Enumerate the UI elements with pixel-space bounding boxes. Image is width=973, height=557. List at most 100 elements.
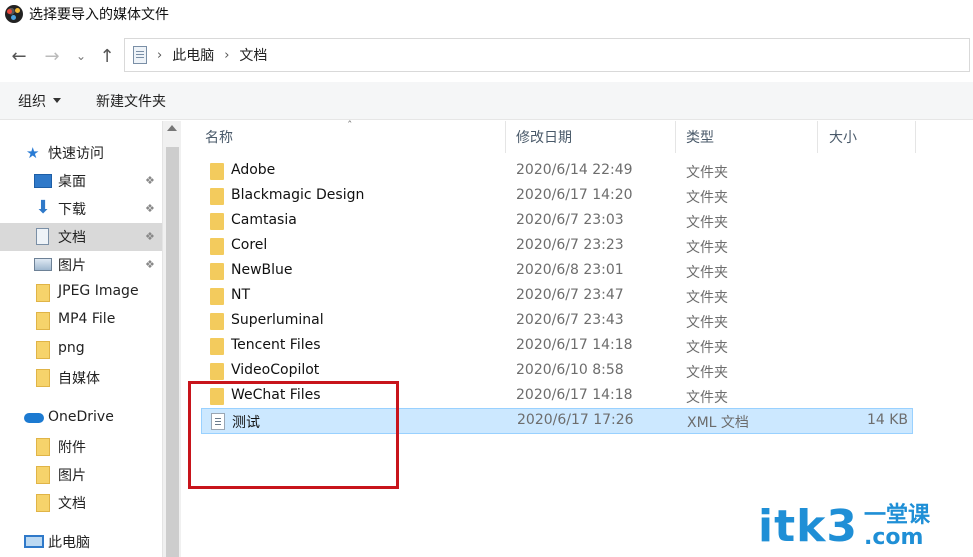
file-row-superluminal[interactable]: Superluminal 2020/6/7 23:43 文件夹 bbox=[201, 309, 913, 334]
file-name: VideoCopilot bbox=[231, 362, 320, 378]
file-date: 2020/6/7 23:47 bbox=[516, 287, 624, 303]
column-divider[interactable] bbox=[817, 121, 818, 153]
breadcrumb-this-pc[interactable]: 此电脑 bbox=[172, 45, 214, 65]
sidebar-item-downloads[interactable]: ⬇ 下载 ❖ bbox=[0, 195, 162, 223]
sidebar-item-label: MP4 File bbox=[58, 311, 116, 327]
file-row-adobe[interactable]: Adobe 2020/6/14 22:49 文件夹 bbox=[201, 159, 913, 184]
forward-arrow-icon[interactable]: → bbox=[39, 43, 65, 69]
file-type: 文件夹 bbox=[686, 315, 728, 331]
folder-icon bbox=[210, 238, 224, 255]
navigation-pane: ★ 快速访问 桌面 ❖ ⬇ 下载 ❖ 文档 ❖ 图片 ❖ JPEG Image … bbox=[0, 121, 181, 557]
sidebar-item-mp4-file[interactable]: MP4 File bbox=[0, 307, 162, 335]
scroll-up-arrow-icon[interactable] bbox=[167, 125, 177, 131]
file-row-newblue[interactable]: NewBlue 2020/6/8 23:01 文件夹 bbox=[201, 259, 913, 284]
sidebar-item-label: 文档 bbox=[58, 230, 86, 246]
sidebar-item-quick-access[interactable]: ★ 快速访问 bbox=[0, 139, 162, 167]
file-date: 2020/6/7 23:43 bbox=[516, 312, 624, 328]
recent-locations-chevron-icon[interactable]: ⌄ bbox=[72, 43, 90, 69]
back-arrow-icon[interactable]: ← bbox=[6, 43, 32, 69]
sidebar-item-label: png bbox=[58, 340, 85, 356]
sidebar-item-onedrive-documents[interactable]: 文档 bbox=[0, 489, 162, 517]
file-name: Camtasia bbox=[231, 212, 297, 228]
breadcrumb-separator-icon[interactable]: › bbox=[224, 48, 229, 63]
watermark-side-top: 一堂课 bbox=[864, 503, 931, 528]
window-title: 选择要导入的媒体文件 bbox=[29, 7, 169, 23]
file-name: Corel bbox=[231, 237, 268, 253]
file-row-nt[interactable]: NT 2020/6/7 23:47 文件夹 bbox=[201, 284, 913, 309]
sidebar-item-attachments[interactable]: 附件 bbox=[0, 433, 162, 461]
sidebar-item-pictures[interactable]: 图片 ❖ bbox=[0, 251, 162, 279]
file-date: 2020/6/7 23:23 bbox=[516, 237, 624, 253]
column-header-name[interactable]: 名称 bbox=[205, 121, 233, 153]
watermark-side: 一堂课 .com bbox=[864, 505, 930, 549]
breadcrumb-documents[interactable]: 文档 bbox=[239, 45, 267, 65]
breadcrumb-separator-icon[interactable]: › bbox=[157, 48, 162, 63]
folder-icon bbox=[36, 284, 50, 302]
sidebar-item-label: 附件 bbox=[58, 440, 86, 456]
sidebar-item-label: 此电脑 bbox=[48, 535, 90, 551]
sidebar-item-onedrive[interactable]: OneDrive bbox=[0, 405, 162, 433]
scrollbar-thumb[interactable] bbox=[166, 147, 179, 557]
pictures-icon bbox=[34, 258, 52, 271]
folder-icon bbox=[36, 466, 50, 484]
column-name-label: 名称 bbox=[205, 130, 233, 146]
sidebar-item-label: OneDrive bbox=[48, 409, 114, 425]
file-type: XML 文档 bbox=[687, 415, 749, 431]
file-name: NT bbox=[231, 287, 251, 303]
column-header-type[interactable]: 类型 bbox=[686, 121, 714, 153]
column-divider[interactable] bbox=[675, 121, 676, 153]
file-name: Tencent Files bbox=[231, 337, 321, 353]
pin-icon[interactable]: ❖ bbox=[145, 258, 155, 271]
pin-icon[interactable]: ❖ bbox=[145, 230, 155, 243]
sort-ascending-icon: ˆ bbox=[347, 119, 353, 132]
navigation-bar: ← → ⌄ ↑ › 此电脑 › 文档 bbox=[0, 36, 973, 76]
sidebar-item-onedrive-pictures[interactable]: 图片 bbox=[0, 461, 162, 489]
file-date: 2020/6/8 23:01 bbox=[516, 262, 624, 278]
file-row-camtasia[interactable]: Camtasia 2020/6/7 23:03 文件夹 bbox=[201, 209, 913, 234]
folder-icon bbox=[36, 369, 50, 387]
column-divider[interactable] bbox=[505, 121, 506, 153]
sidebar-scrollbar[interactable] bbox=[162, 121, 181, 557]
organize-label: 组织 bbox=[18, 93, 46, 110]
file-type: 文件夹 bbox=[686, 340, 728, 356]
file-type: 文件夹 bbox=[686, 190, 728, 206]
file-row-tencent-files[interactable]: Tencent Files 2020/6/17 14:18 文件夹 bbox=[201, 334, 913, 359]
organize-button[interactable]: 组织 bbox=[18, 91, 61, 111]
sidebar-item-self-media[interactable]: 自媒体 bbox=[0, 364, 162, 392]
file-date: 2020/6/7 23:03 bbox=[516, 212, 624, 228]
column-size-label: 大小 bbox=[829, 130, 857, 146]
highlight-annotation-box bbox=[188, 381, 399, 489]
file-date: 2020/6/14 22:49 bbox=[516, 162, 633, 178]
star-icon: ★ bbox=[26, 144, 40, 162]
sidebar-item-this-pc[interactable]: 此电脑 bbox=[0, 528, 162, 556]
folder-icon bbox=[36, 312, 50, 330]
chevron-down-icon bbox=[53, 98, 61, 103]
file-name: Adobe bbox=[231, 162, 276, 178]
folder-icon bbox=[210, 363, 224, 380]
file-name: NewBlue bbox=[231, 262, 293, 278]
up-arrow-icon[interactable]: ↑ bbox=[94, 43, 120, 69]
column-type-label: 类型 bbox=[686, 130, 714, 146]
file-row-blackmagic-design[interactable]: Blackmagic Design 2020/6/17 14:20 文件夹 bbox=[201, 184, 913, 209]
address-bar[interactable]: › 此电脑 › 文档 bbox=[124, 38, 970, 72]
file-type: 文件夹 bbox=[686, 240, 728, 256]
file-name: Blackmagic Design bbox=[231, 187, 365, 203]
column-divider[interactable] bbox=[915, 121, 916, 153]
file-date: 2020/6/17 14:18 bbox=[516, 337, 633, 353]
sidebar-item-documents[interactable]: 文档 ❖ bbox=[0, 223, 162, 251]
column-header-size[interactable]: 大小 bbox=[829, 121, 857, 153]
file-row-corel[interactable]: Corel 2020/6/7 23:23 文件夹 bbox=[201, 234, 913, 259]
pin-icon[interactable]: ❖ bbox=[145, 174, 155, 187]
new-folder-button[interactable]: 新建文件夹 bbox=[96, 91, 166, 111]
sidebar-item-png[interactable]: png bbox=[0, 336, 162, 364]
column-header-modified[interactable]: 修改日期 bbox=[516, 121, 572, 153]
sidebar-item-label: 桌面 bbox=[58, 174, 86, 190]
file-type: 文件夹 bbox=[686, 215, 728, 231]
site-watermark-logo: itk3 一堂课 .com bbox=[758, 505, 930, 549]
sidebar-item-jpeg-image[interactable]: JPEG Image bbox=[0, 279, 162, 307]
pin-icon[interactable]: ❖ bbox=[145, 202, 155, 215]
sidebar-item-label: 自媒体 bbox=[58, 371, 100, 387]
sidebar-item-desktop[interactable]: 桌面 ❖ bbox=[0, 167, 162, 195]
folder-icon bbox=[210, 288, 224, 305]
file-date: 2020/6/17 17:26 bbox=[517, 412, 634, 428]
